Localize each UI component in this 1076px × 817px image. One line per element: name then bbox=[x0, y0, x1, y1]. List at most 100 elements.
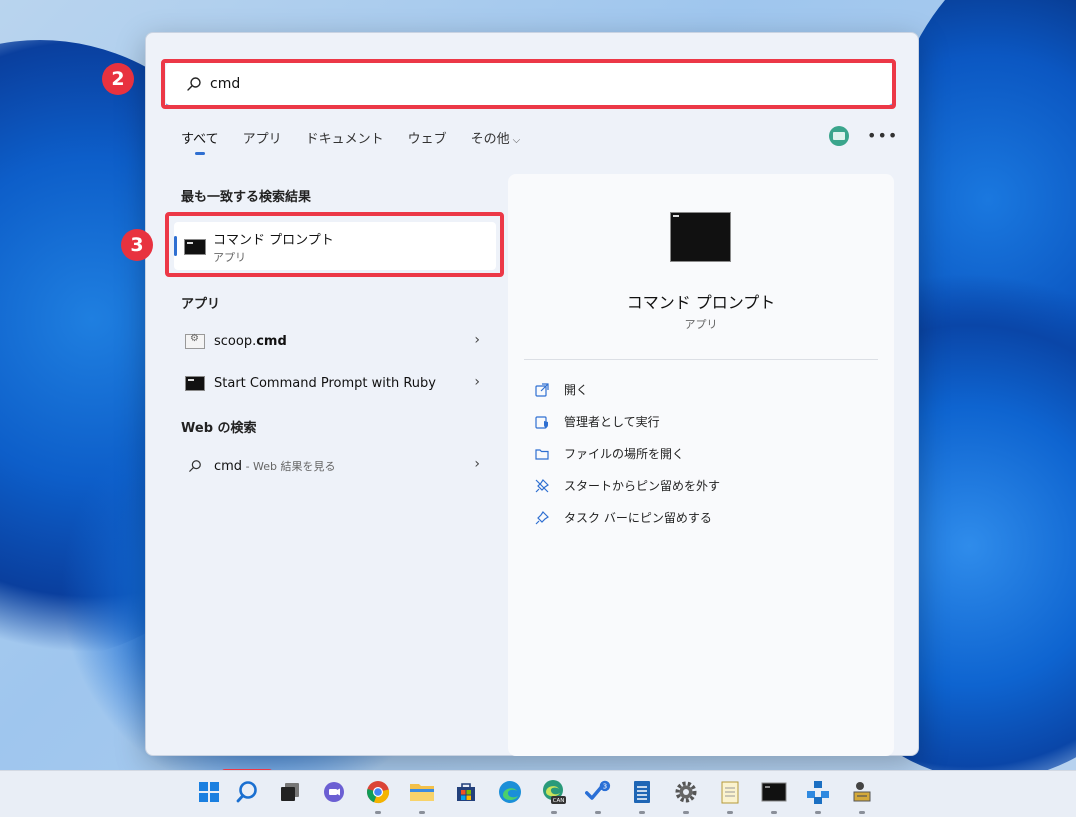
preview-divider bbox=[524, 359, 878, 360]
chevron-right-icon: › bbox=[474, 332, 480, 348]
edge-button[interactable] bbox=[497, 779, 523, 805]
admin-shield-icon bbox=[535, 415, 548, 429]
chrome-icon bbox=[367, 781, 390, 804]
account-avatar[interactable] bbox=[829, 126, 849, 146]
start-button[interactable] bbox=[196, 779, 222, 805]
action-open-file-location[interactable]: ファイルの場所を開く bbox=[535, 445, 684, 462]
edge-icon bbox=[499, 781, 521, 803]
running-indicator bbox=[551, 811, 557, 814]
chevron-right-icon: › bbox=[474, 456, 480, 472]
list-item-web-search[interactable]: cmd - Web 結果を見る › bbox=[174, 448, 496, 484]
search-box[interactable] bbox=[166, 63, 892, 107]
running-indicator bbox=[639, 811, 645, 814]
apps-heading: アプリ bbox=[181, 297, 221, 312]
unpin-icon bbox=[535, 478, 549, 492]
notepad-button[interactable] bbox=[717, 779, 743, 805]
command-prompt-large-icon bbox=[670, 212, 731, 262]
running-indicator bbox=[771, 811, 777, 814]
utility-tool-button[interactable] bbox=[849, 779, 875, 805]
action-open[interactable]: 開く bbox=[535, 381, 588, 398]
list-item-label: cmd - Web 結果を見る bbox=[214, 458, 336, 474]
action-label: 開く bbox=[564, 383, 589, 397]
task-view-icon bbox=[281, 783, 299, 801]
list-item-scoop-cmd[interactable]: scoop.cmd › bbox=[174, 324, 496, 360]
step-badge-3: 3 bbox=[121, 229, 153, 261]
command-prompt-icon bbox=[184, 239, 206, 255]
file-explorer-button[interactable] bbox=[409, 779, 435, 805]
edge-canary-icon: CAN bbox=[543, 780, 566, 804]
action-run-as-admin[interactable]: 管理者として実行 bbox=[535, 413, 660, 430]
checkmark-icon: 3 bbox=[585, 780, 611, 800]
tab-more-label: その他 bbox=[470, 132, 510, 147]
folder-icon bbox=[535, 448, 549, 460]
list-item-label: Start Command Prompt with Ruby bbox=[214, 376, 436, 391]
action-label: 管理者として実行 bbox=[564, 415, 660, 429]
tab-all[interactable]: すべて bbox=[181, 128, 219, 155]
preview-subtitle: アプリ bbox=[684, 318, 718, 331]
notepad-icon bbox=[721, 781, 739, 804]
running-indicator bbox=[375, 811, 381, 814]
search-icon bbox=[236, 781, 257, 803]
store-icon bbox=[457, 783, 475, 801]
notepad-blue-button[interactable] bbox=[629, 779, 655, 805]
terminal-icon bbox=[761, 782, 787, 802]
tool-icon bbox=[853, 782, 871, 802]
tab-apps[interactable]: アプリ bbox=[243, 128, 282, 147]
action-label: タスク バーにピン留めする bbox=[564, 511, 712, 525]
step-badge-2: 2 bbox=[102, 63, 134, 95]
command-prompt-taskbar-button[interactable] bbox=[761, 779, 787, 805]
task-view-button[interactable] bbox=[277, 779, 303, 805]
web-search-heading: Web の検索 bbox=[181, 421, 257, 436]
script-file-icon bbox=[185, 333, 205, 349]
store-button[interactable] bbox=[453, 779, 479, 805]
chevron-down-icon: ⌵ bbox=[512, 135, 521, 146]
taskbar-search-button[interactable] bbox=[234, 779, 260, 805]
windows-logo-icon bbox=[199, 782, 219, 802]
running-indicator bbox=[419, 811, 425, 814]
filter-tabs: すべて アプリ ドキュメント ウェブ その他 ⌵ bbox=[181, 128, 521, 155]
action-pin-to-taskbar[interactable]: タスク バーにピン留めする bbox=[535, 509, 712, 526]
action-label: ファイルの場所を開く bbox=[564, 447, 685, 461]
more-options-button[interactable]: ••• bbox=[867, 126, 898, 145]
label-bold: cmd bbox=[256, 334, 287, 349]
command-prompt-icon bbox=[185, 376, 205, 391]
network-tool-button[interactable] bbox=[805, 779, 831, 805]
notebook-icon bbox=[634, 781, 650, 803]
list-item-ruby-prompt[interactable]: Start Command Prompt with Ruby › bbox=[174, 366, 496, 402]
list-item-label: scoop.cmd bbox=[214, 334, 287, 349]
tab-more[interactable]: その他 ⌵ bbox=[471, 128, 521, 147]
can-label: CAN bbox=[553, 798, 565, 804]
web-suffix: - Web 結果を見る bbox=[242, 460, 336, 473]
settings-button[interactable] bbox=[673, 779, 699, 805]
selection-accent bbox=[174, 236, 177, 256]
label-plain: scoop. bbox=[214, 334, 257, 349]
running-indicator bbox=[683, 811, 689, 814]
notification-count: 3 bbox=[603, 783, 607, 791]
folder-icon bbox=[410, 784, 434, 801]
running-indicator bbox=[815, 811, 821, 814]
open-icon bbox=[535, 382, 549, 397]
chat-button[interactable] bbox=[321, 779, 347, 805]
best-match-heading: 最も一致する検索結果 bbox=[181, 190, 312, 205]
todo-button[interactable]: 3 bbox=[585, 779, 611, 805]
web-query: cmd bbox=[214, 459, 243, 474]
tab-web[interactable]: ウェブ bbox=[408, 128, 447, 147]
search-icon bbox=[189, 460, 201, 472]
edge-canary-button[interactable]: CAN bbox=[541, 779, 567, 805]
preview-title: コマンド プロンプト bbox=[626, 293, 776, 312]
running-indicator bbox=[859, 811, 865, 814]
chat-icon bbox=[324, 782, 344, 802]
network-icon bbox=[807, 781, 829, 804]
search-icon bbox=[187, 77, 201, 91]
gear-icon bbox=[675, 781, 697, 803]
chrome-button[interactable] bbox=[365, 779, 391, 805]
monitor-icon bbox=[833, 132, 845, 140]
action-unpin-from-start[interactable]: スタートからピン留めを外す bbox=[535, 477, 720, 494]
running-indicator bbox=[595, 811, 601, 814]
search-input[interactable] bbox=[210, 69, 810, 99]
running-indicator bbox=[727, 811, 733, 814]
tab-documents[interactable]: ドキュメント bbox=[306, 128, 384, 147]
best-match-title: コマンド プロンプト bbox=[213, 233, 334, 248]
pin-icon bbox=[535, 510, 549, 524]
action-label: スタートからピン留めを外す bbox=[564, 479, 721, 493]
